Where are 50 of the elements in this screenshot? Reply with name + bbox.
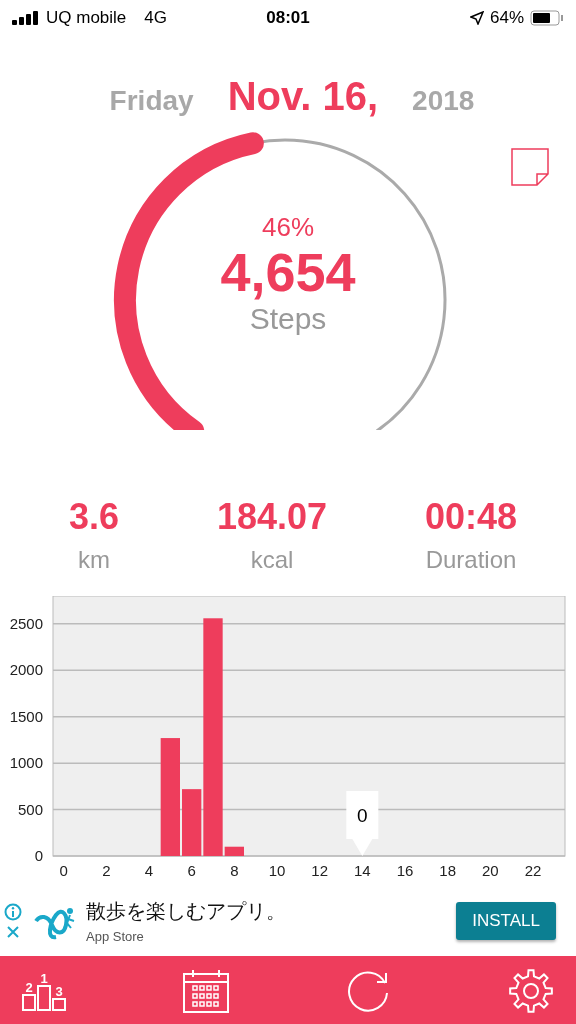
x-axis-label: 0 (59, 862, 68, 879)
x-axis-label: 8 (230, 862, 239, 879)
note-icon[interactable] (511, 148, 549, 186)
x-axis-label: 14 (354, 862, 371, 879)
y-axis-label: 2500 (9, 614, 43, 632)
settings-icon[interactable] (507, 967, 554, 1014)
network-type: 4G (144, 8, 167, 28)
bar[interactable] (224, 846, 244, 856)
carrier-name: UQ mobile (46, 8, 127, 28)
y-axis-label: 1500 (9, 707, 43, 725)
install-button[interactable]: INSTALL (456, 902, 556, 940)
x-axis-label: 18 (439, 862, 456, 879)
distance-value: 3.6 (68, 496, 119, 538)
bar[interactable] (203, 618, 223, 856)
battery-icon (530, 10, 564, 26)
y-axis-label: 1000 (9, 754, 43, 772)
y-axis-label: 2000 (9, 661, 43, 679)
bar[interactable] (182, 789, 202, 856)
x-axis-label: 22 (524, 862, 542, 879)
close-icon[interactable] (6, 925, 20, 939)
value-tooltip: 0 (346, 791, 379, 856)
x-axis-label: 4 (144, 862, 154, 879)
step-count: 4,654 (220, 243, 356, 303)
duration-value: 00:48 (424, 496, 518, 538)
weekday-label: Friday (109, 85, 194, 117)
x-axis-label: 12 (311, 862, 328, 879)
y-axis-label: 500 (17, 800, 43, 818)
calorie-label: kcal (250, 546, 294, 574)
x-axis-label: 16 (396, 862, 414, 879)
x-axis-label: 2 (102, 862, 111, 879)
y-axis-label: 0 (34, 847, 43, 864)
battery-percent: 64% (490, 8, 524, 28)
signal-icon (12, 11, 40, 25)
year-label: 2018 (412, 85, 475, 117)
ad-source: App Store (86, 929, 145, 944)
clock-time: 08:01 (266, 8, 310, 28)
x-axis-label: 20 (482, 862, 499, 879)
location-arrow-icon (470, 11, 484, 25)
calorie-value: 184.07 (216, 496, 328, 538)
duration-label: Duration (425, 546, 517, 574)
goal-percent: 46% (261, 212, 314, 243)
x-axis-label: 10 (268, 862, 286, 879)
ad-title[interactable]: 散歩を楽しむアプリ。 (86, 898, 449, 925)
info-icon[interactable] (4, 903, 22, 921)
calendar-icon[interactable] (182, 968, 229, 1013)
steps-label: Steps (249, 302, 327, 337)
date-label[interactable]: Nov. 16, (227, 74, 379, 119)
distance-label: km (77, 546, 110, 574)
bar[interactable] (160, 738, 180, 856)
x-axis-label: 6 (187, 862, 196, 879)
